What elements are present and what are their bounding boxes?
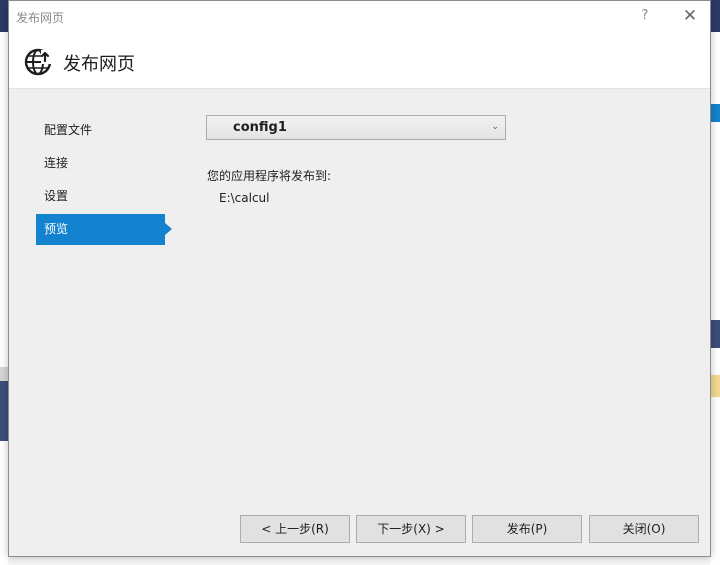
sidebar-item-settings[interactable]: 设置 <box>36 181 165 212</box>
dialog-header: 发布网页 <box>9 32 710 89</box>
page-title: 发布网页 <box>63 54 135 75</box>
previous-button[interactable]: < 上一步(R) <box>240 515 350 543</box>
profile-dropdown[interactable]: config1 ⌄ <box>206 115 506 140</box>
background-toolbar <box>0 0 8 32</box>
window-title: 发布网页 <box>16 11 65 25</box>
background-editor-left <box>0 0 8 565</box>
background-panel-dark <box>0 381 8 441</box>
background-toolbar-right <box>710 0 720 32</box>
publish-button[interactable]: 发布(P) <box>472 515 582 543</box>
title-bar: 发布网页 ? ✕ <box>9 1 710 32</box>
sidebar-item-preview[interactable]: 预览 <box>36 214 172 245</box>
profile-dropdown-value: config1 <box>233 120 287 135</box>
background-panel <box>0 367 8 381</box>
background-panel-right <box>710 320 720 348</box>
help-button[interactable]: ? <box>635 5 655 27</box>
close-button[interactable]: ✕ <box>679 5 701 27</box>
background-selected-item <box>710 104 720 122</box>
publish-target-path: E:\calcul <box>219 191 270 205</box>
publish-web-dialog: 发布网页 ? ✕ 发布网页 配置文件 连接 设置 预览 config1 ⌄ 您的… <box>8 0 711 557</box>
sidebar-item-profile[interactable]: 配置文件 <box>36 115 165 146</box>
globe-publish-icon <box>24 48 55 76</box>
close-dialog-button[interactable]: 关闭(O) <box>589 515 699 543</box>
sidebar-item-connection[interactable]: 连接 <box>36 148 165 179</box>
background-solution-explorer <box>710 0 720 565</box>
next-button[interactable]: 下一步(X) > <box>356 515 466 543</box>
publish-target-label: 您的应用程序将发布到: <box>207 169 332 183</box>
chevron-down-icon: ⌄ <box>491 122 499 132</box>
background-highlight <box>710 375 720 397</box>
